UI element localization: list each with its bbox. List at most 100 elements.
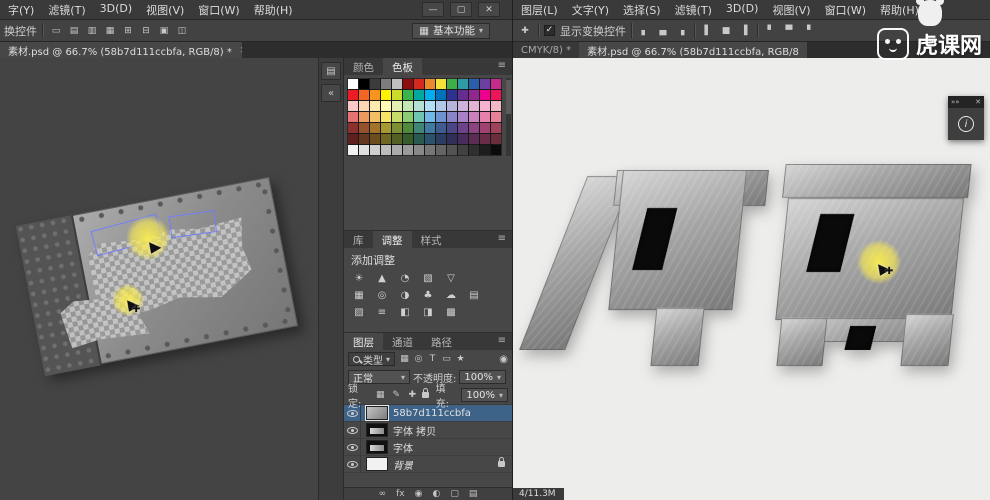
- opacity-dropdown[interactable]: 100% ▾: [459, 370, 506, 384]
- align-icon[interactable]: ▀: [781, 23, 797, 38]
- swatch[interactable]: [358, 111, 370, 123]
- adjustment-icon[interactable]: ▲: [373, 271, 391, 286]
- options-icon[interactable]: ▥: [84, 23, 100, 38]
- visibility-toggle[interactable]: [344, 404, 361, 422]
- swatch[interactable]: [435, 89, 447, 101]
- swatch[interactable]: [358, 133, 370, 145]
- swatch[interactable]: [424, 78, 436, 90]
- swatch[interactable]: [446, 78, 458, 90]
- swatch[interactable]: [380, 89, 392, 101]
- swatch[interactable]: [457, 78, 469, 90]
- filter-toggle-icon[interactable]: ◉: [499, 354, 508, 365]
- layer-filter-type-dropdown[interactable]: 类型 ▾: [348, 352, 396, 367]
- swatch[interactable]: [369, 111, 381, 123]
- panel-menu-icon[interactable]: ≡: [498, 58, 512, 75]
- swatch[interactable]: [413, 144, 425, 156]
- swatch[interactable]: [347, 122, 359, 134]
- layer-thumbnail[interactable]: [366, 440, 388, 454]
- panel-menu-icon[interactable]: ≡: [498, 333, 512, 350]
- document-tab[interactable]: 素材.psd @ 66.7% (58b7d111ccbfa, RGB/8) * …: [0, 42, 242, 58]
- align-icon[interactable]: ▐: [736, 23, 752, 38]
- swatch[interactable]: [468, 122, 480, 134]
- swatch[interactable]: [457, 89, 469, 101]
- swatch[interactable]: [347, 100, 359, 112]
- collapse-panel-button[interactable]: «: [321, 84, 341, 102]
- swatch[interactable]: [490, 133, 502, 145]
- close-icon[interactable]: ✕: [975, 98, 981, 106]
- swatch[interactable]: [413, 111, 425, 123]
- swatch[interactable]: [490, 89, 502, 101]
- adjustment-icon[interactable]: ▩: [442, 305, 460, 320]
- options-icon[interactable]: ⊟: [138, 23, 154, 38]
- adjustment-icon[interactable]: ♣: [419, 288, 437, 303]
- options-icon[interactable]: ◫: [174, 23, 190, 38]
- menu-item[interactable]: 视图(V): [146, 2, 184, 18]
- info-icon[interactable]: i: [958, 116, 974, 132]
- swatch[interactable]: [402, 100, 414, 112]
- swatch[interactable]: [358, 78, 370, 90]
- panel-menu-icon[interactable]: ≡: [498, 231, 512, 248]
- tab-layers[interactable]: 图层: [344, 333, 383, 350]
- swatch[interactable]: [457, 122, 469, 134]
- fill-dropdown[interactable]: 100% ▾: [461, 388, 508, 402]
- lock-all-icon[interactable]: [421, 388, 429, 398]
- layers-toolbar-icon[interactable]: ▤: [469, 489, 478, 499]
- swatch[interactable]: [479, 133, 491, 145]
- swatch[interactable]: [369, 89, 381, 101]
- menu-item[interactable]: 文字(Y): [572, 2, 609, 18]
- tab-paths[interactable]: 路径: [422, 333, 461, 350]
- swatch[interactable]: [358, 89, 370, 101]
- swatch[interactable]: [424, 133, 436, 145]
- swatch[interactable]: [402, 122, 414, 134]
- swatch[interactable]: [446, 89, 458, 101]
- swatch[interactable]: [391, 144, 403, 156]
- scrollbar[interactable]: [506, 78, 511, 156]
- adjustment-icon[interactable]: ☁: [442, 288, 460, 303]
- swatch[interactable]: [402, 133, 414, 145]
- options-icon[interactable]: ▭: [48, 23, 64, 38]
- swatch[interactable]: [424, 100, 436, 112]
- swatch[interactable]: [402, 78, 414, 90]
- adjustment-icon[interactable]: ▤: [465, 288, 483, 303]
- restore-button[interactable]: ▢: [450, 2, 472, 17]
- menu-item[interactable]: 滤镜(T): [675, 2, 712, 18]
- swatch[interactable]: [380, 78, 392, 90]
- align-icon[interactable]: ▌: [700, 23, 716, 38]
- swatch[interactable]: [446, 122, 458, 134]
- lock-icon[interactable]: ▦: [374, 389, 387, 402]
- swatch[interactable]: [413, 122, 425, 134]
- tab-library[interactable]: 库: [344, 231, 373, 248]
- adjustment-icon[interactable]: ◎: [373, 288, 391, 303]
- swatch[interactable]: [402, 144, 414, 156]
- filter-icon[interactable]: ▭: [440, 353, 453, 366]
- menu-item[interactable]: 窗口(W): [198, 2, 239, 18]
- swatch[interactable]: [468, 111, 480, 123]
- layer-thumbnail[interactable]: [366, 423, 388, 437]
- swatch[interactable]: [413, 89, 425, 101]
- swatch[interactable]: [391, 78, 403, 90]
- swatch[interactable]: [391, 89, 403, 101]
- swatch[interactable]: [435, 133, 447, 145]
- swatch[interactable]: [457, 111, 469, 123]
- align-icon[interactable]: ▗: [673, 23, 689, 38]
- swatch[interactable]: [446, 144, 458, 156]
- tab-styles[interactable]: 样式: [412, 231, 451, 248]
- swatch[interactable]: [347, 111, 359, 123]
- close-button[interactable]: ✕: [478, 2, 500, 17]
- layer-row[interactable]: 58b7d111ccbfa: [344, 404, 512, 422]
- adjustment-icon[interactable]: ▽: [442, 271, 460, 286]
- swatch[interactable]: [490, 122, 502, 134]
- swatch[interactable]: [446, 100, 458, 112]
- document-tab[interactable]: CMYK/8) *: [513, 42, 580, 58]
- move-tool-icon[interactable]: ✚: [517, 23, 533, 38]
- adjustment-icon[interactable]: ☀: [350, 271, 368, 286]
- swatch[interactable]: [347, 133, 359, 145]
- tab-color[interactable]: 颜色: [344, 58, 383, 75]
- swatch[interactable]: [468, 100, 480, 112]
- swatch[interactable]: [391, 122, 403, 134]
- swatch[interactable]: [446, 111, 458, 123]
- swatch[interactable]: [347, 144, 359, 156]
- visibility-toggle[interactable]: [344, 421, 361, 439]
- swatch[interactable]: [402, 111, 414, 123]
- swatch[interactable]: [490, 100, 502, 112]
